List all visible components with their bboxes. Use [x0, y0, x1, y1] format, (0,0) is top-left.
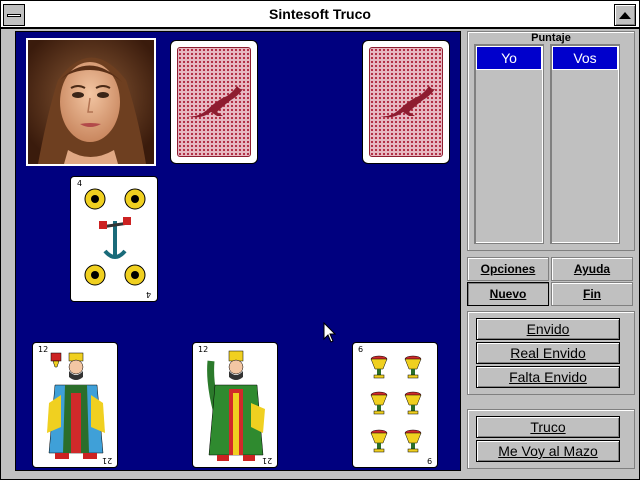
envido-label: Envido	[526, 321, 570, 337]
opponent-portrait	[26, 38, 156, 166]
score-column-yo: Yo	[474, 44, 544, 244]
me-voy-al-mazo-label: Me Voy al Mazo	[498, 443, 598, 459]
king-bastos-figure-icon	[207, 350, 265, 461]
nuevo-button[interactable]: Nuevo	[467, 282, 549, 306]
falta-envido-button[interactable]: Falta Envido	[476, 366, 620, 388]
score-title: Puntaje	[531, 32, 571, 44]
opciones-label: Opciones	[480, 262, 536, 276]
opponent-card-back-2	[362, 40, 450, 164]
opponent-card-back-1	[170, 40, 258, 164]
control-panel: Puntaje Yo Vos Opciones Ayuda Nuevo Fin …	[463, 31, 639, 479]
system-menu-icon	[7, 14, 21, 17]
lizard-logo-icon	[187, 86, 243, 118]
played-card: 4 4	[70, 176, 158, 302]
window-title: Sintesoft Truco	[269, 6, 371, 22]
truco-label: Truco	[530, 419, 566, 435]
envido-button[interactable]: Envido	[476, 318, 620, 340]
truco-group: Truco Me Voy al Mazo	[467, 409, 635, 469]
opciones-button[interactable]: Opciones	[467, 257, 549, 281]
ayuda-label: Ayuda	[573, 262, 611, 276]
real-envido-button[interactable]: Real Envido	[476, 342, 620, 364]
fin-label: Fin	[583, 287, 601, 301]
mouse-cursor-icon	[323, 322, 337, 343]
main-window: Sintesoft Truco 4 4 12 21 12 21 6 9 Punt…	[0, 0, 640, 480]
truco-button[interactable]: Truco	[476, 416, 620, 438]
menu-tabs: Opciones Ayuda Nuevo Fin	[467, 257, 635, 307]
maximize-button[interactable]	[614, 4, 636, 26]
hand-card-2[interactable]: 12 21	[192, 342, 278, 468]
king-copas-figure-icon	[47, 352, 105, 459]
lizard-logo-icon	[379, 86, 435, 118]
score-panel: Puntaje Yo Vos	[467, 31, 635, 251]
me-voy-al-mazo-button[interactable]: Me Voy al Mazo	[476, 440, 620, 462]
nuevo-label: Nuevo	[489, 287, 527, 301]
score-column-vos: Vos	[550, 44, 620, 244]
oros-suit-icon	[84, 188, 146, 286]
copas-suit-icon	[370, 355, 422, 453]
envido-group: Envido Real Envido Falta Envido	[467, 311, 635, 395]
system-menu-button[interactable]	[3, 4, 25, 26]
fin-button[interactable]: Fin	[551, 282, 633, 306]
opponent-face-image	[28, 40, 154, 164]
real-envido-label: Real Envido	[510, 345, 586, 361]
falta-envido-label: Falta Envido	[509, 369, 587, 385]
score-header-vos: Vos	[552, 46, 618, 70]
score-header-yo: Yo	[476, 46, 542, 70]
ayuda-button[interactable]: Ayuda	[551, 257, 633, 281]
hand-card-1[interactable]: 12 21	[32, 342, 118, 468]
hand-card-3[interactable]: 6 9	[352, 342, 438, 468]
game-table: 4 4 12 21 12 21 6 9	[15, 31, 461, 471]
maximize-arrow-icon	[619, 12, 631, 19]
title-bar[interactable]: Sintesoft Truco	[1, 1, 639, 29]
